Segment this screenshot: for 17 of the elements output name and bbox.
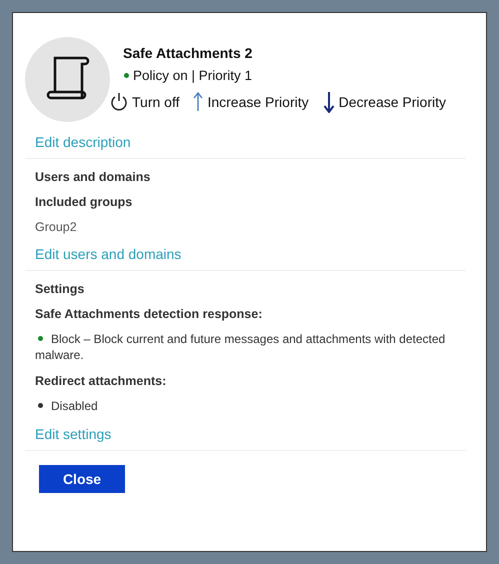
action-button[interactable]: Decrease Priority bbox=[322, 91, 446, 113]
field-heading: Redirect attachments: bbox=[35, 374, 168, 388]
action-button[interactable]: Turn off bbox=[110, 91, 180, 113]
field-heading: Users and domains bbox=[35, 170, 152, 184]
down-arrow-icon bbox=[322, 91, 335, 113]
field-heading: Included groups bbox=[35, 195, 134, 209]
close-button[interactable]: Close bbox=[39, 465, 125, 493]
field-heading: Settings bbox=[35, 282, 86, 296]
up-arrow-icon bbox=[193, 92, 204, 112]
power-icon bbox=[110, 92, 128, 112]
field-value: Disabled bbox=[51, 399, 98, 413]
field-value: Block – Block current and future messages and attachments with detected malware. bbox=[35, 332, 446, 362]
action-button[interactable]: Increase Priority bbox=[193, 91, 309, 113]
policy-status: Policy on | Priority 1 bbox=[133, 68, 252, 83]
policy-title: Safe Attachments 2 bbox=[123, 45, 254, 61]
field-value: Group2 bbox=[35, 220, 78, 234]
field-heading: Safe Attachments detection response: bbox=[35, 307, 264, 321]
